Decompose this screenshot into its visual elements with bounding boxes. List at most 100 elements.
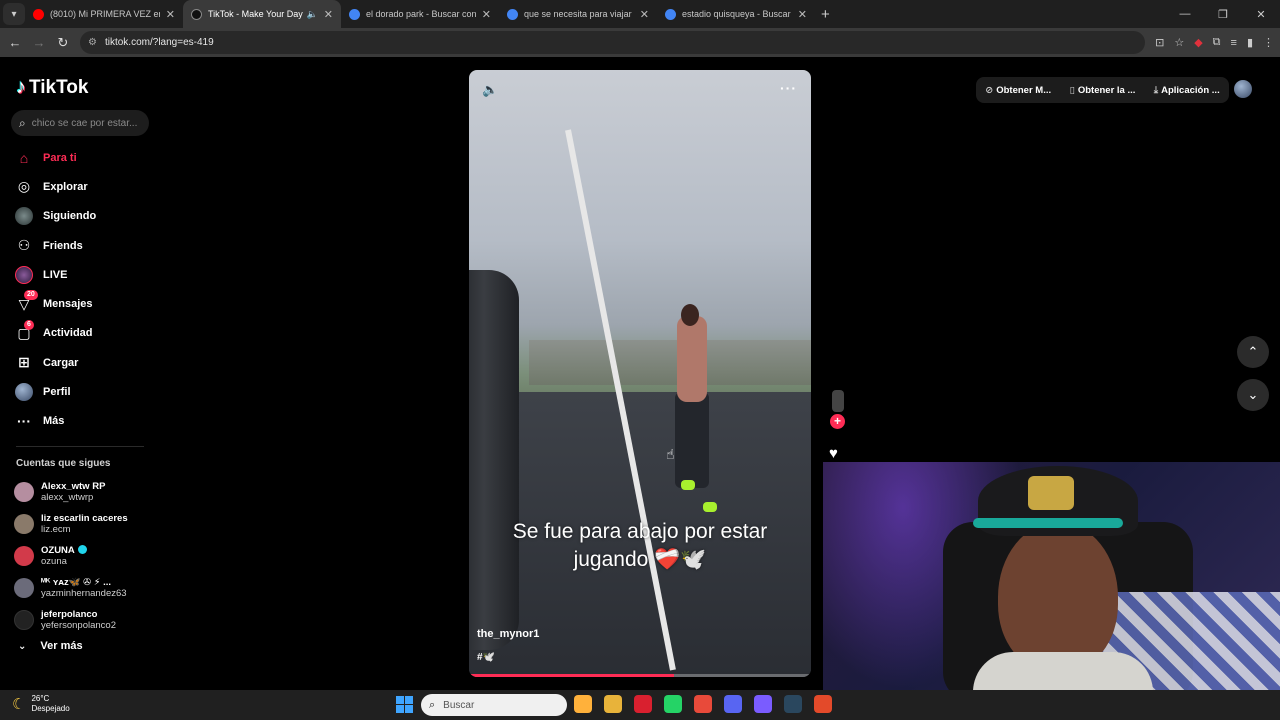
video-background (529, 340, 811, 385)
new-tab-icon[interactable]: + (821, 6, 830, 23)
taskbar-app-icon[interactable] (604, 695, 622, 713)
webcam-overlay (823, 462, 1280, 690)
sidebar-item-friends[interactable]: ⚇ Friends (14, 231, 154, 260)
messages-badge: 20 (24, 290, 38, 301)
sidebar-item-mas[interactable]: ··· Más (14, 407, 154, 436)
close-tab-icon[interactable]: ✕ (798, 8, 807, 21)
browser-tab[interactable]: que se necesita para viajar a ar ✕ (499, 0, 657, 28)
sidebar-item-siguiendo[interactable]: Siguiendo (14, 202, 154, 231)
sidebar-item-mensajes[interactable]: ▽ 20 Mensajes (14, 289, 154, 318)
next-video-button[interactable]: ⌄ (1237, 379, 1269, 411)
video-author[interactable]: the_mynor1 (477, 628, 539, 640)
browser-menu-icon[interactable]: ⋮ (1263, 36, 1274, 49)
tab-title: el dorado park - Buscar con Go (366, 9, 476, 19)
account-name: liz escarlin caceres (41, 513, 128, 524)
browser-tab[interactable]: estadio quisqueya - Buscar con ✕ (657, 0, 815, 28)
following-account[interactable]: jeferpolanco yefersonpolanco2 (14, 604, 154, 636)
sidebar-item-label: Cargar (43, 356, 79, 369)
weather-widget[interactable]: ☾ 26°C Despejado (12, 694, 70, 714)
following-account[interactable]: OZUNA ozuna (14, 540, 154, 572)
taskbar-app-icon[interactable] (694, 695, 712, 713)
extensions-puzzle-icon[interactable]: ⧉ (1213, 36, 1221, 49)
see-more-button[interactable]: ⌄ Ver más (18, 640, 83, 652)
sidebar-item-actividad[interactable]: ▢ 6 Actividad (14, 319, 154, 348)
browser-tab-bar: ▾ (8010) Mi PRIMERA VEZ en un I ✕ TikTok… (0, 0, 1280, 28)
back-icon[interactable]: ← (3, 35, 27, 50)
video-hashtag[interactable]: #🕊️ (477, 652, 495, 663)
install-app-icon[interactable]: ⊡ (1155, 36, 1164, 49)
friends-icon: ⚇ (17, 237, 31, 254)
home-icon: ⌂ (19, 149, 29, 166)
taskbar-app-icon[interactable] (784, 695, 802, 713)
taskbar-app-icon[interactable] (574, 695, 592, 713)
forward-icon[interactable]: → (27, 35, 51, 50)
avatar (14, 482, 34, 502)
video-player[interactable]: 🔈 ··· Se fue para abajo por estar jugand… (469, 70, 811, 677)
following-account[interactable]: liz escarlin caceres liz.ecm (14, 508, 154, 540)
sidebar-item-perfil[interactable]: Perfil (14, 377, 154, 406)
creator-avatar[interactable] (832, 390, 844, 412)
close-window-icon[interactable]: ✕ (1242, 8, 1280, 21)
bookmark-star-icon[interactable]: ☆ (1174, 36, 1184, 49)
avatar (14, 546, 34, 566)
speaker-icon[interactable]: 🔈 (307, 9, 318, 20)
get-coins-button[interactable]: ⊘ Obtener M... (985, 85, 1051, 96)
tiktok-favicon-icon (191, 8, 202, 20)
sidebar-item-para-ti[interactable]: ⌂ Para ti (14, 143, 154, 172)
tiktok-logo[interactable]: ♪ TikTok (16, 76, 88, 99)
top-actions: ⊘ Obtener M... ▯ Obtener la ... ⤓ Aplicació… (976, 77, 1229, 103)
media-controls-icon[interactable]: ≡ (1231, 37, 1237, 49)
browser-tab[interactable]: (8010) Mi PRIMERA VEZ en un I ✕ (25, 0, 183, 28)
extension-icon[interactable]: ◆ (1194, 36, 1202, 49)
profile-icon[interactable]: ▮ (1247, 36, 1253, 49)
search-input[interactable]: ⌕ chico se cae por estar... (11, 110, 149, 136)
following-account[interactable]: ᴹᴷ ʏᴀᴢ🦋 ✇ ⚡ ... yazminhernandez63 (14, 572, 154, 604)
sidebar-item-label: LIVE (43, 268, 68, 281)
windows-start-icon[interactable] (396, 696, 413, 713)
close-tab-icon[interactable]: ✕ (482, 8, 491, 21)
profile-avatar-icon (14, 382, 34, 402)
following-account[interactable]: Alexx_wtw RP alexx_wtwrp (14, 476, 154, 508)
video-water-tank (469, 270, 519, 650)
close-tab-icon[interactable]: ✕ (166, 8, 175, 21)
sidebar-item-live[interactable]: LIVE (14, 260, 154, 289)
taskbar-app-icon[interactable] (664, 695, 682, 713)
get-app-button[interactable]: ▯ Obtener la ... (1070, 85, 1136, 96)
browser-tab[interactable]: el dorado park - Buscar con Go ✕ (341, 0, 499, 28)
video-progress-bar[interactable] (469, 674, 811, 677)
taskbar-app-icon[interactable] (814, 695, 832, 713)
video-shoe (703, 502, 717, 512)
reload-icon[interactable]: ↻ (51, 35, 75, 51)
taskbar-search[interactable]: ⌕ Buscar (421, 694, 567, 716)
minimize-icon[interactable]: — (1166, 8, 1204, 20)
taskbar-app-icon[interactable] (634, 695, 652, 713)
close-tab-icon[interactable]: ✕ (640, 8, 649, 21)
sidebar-item-cargar[interactable]: ⊞ Cargar (14, 348, 154, 377)
account-username: ozuna (41, 556, 67, 567)
tab-search-button[interactable]: ▾ (3, 3, 25, 25)
follow-plus-button[interactable]: + (830, 414, 845, 429)
sidebar-item-explorar[interactable]: ◎ Explorar (14, 172, 154, 201)
taskbar-app-icon[interactable] (724, 695, 742, 713)
restore-icon[interactable]: ❐ (1204, 8, 1242, 21)
account-name: ᴹᴷ ʏᴀᴢ🦋 ✇ ⚡ ... (41, 577, 111, 588)
toolbar-actions: ⊡ ☆ ◆ ⧉ ≡ ▮ ⋮ (1155, 28, 1274, 57)
browser-tab-active[interactable]: TikTok - Make Your Day 🔈 ✕ (183, 0, 341, 28)
desktop-app-button[interactable]: ⤓ Aplicación ... (1154, 85, 1220, 96)
close-tab-icon[interactable]: ✕ (324, 8, 333, 21)
account-username: alexx_wtwrp (41, 492, 94, 503)
volume-icon[interactable]: 🔈 (482, 82, 498, 98)
site-info-icon[interactable]: ⚙ (88, 37, 97, 48)
like-heart-icon[interactable]: ♥ (829, 445, 838, 462)
previous-video-button[interactable]: ⌃ (1237, 336, 1269, 368)
video-caption: Se fue para abajo por estar jugando ❤️‍🩹… (469, 518, 811, 574)
upload-icon: ⊞ (18, 354, 30, 371)
taskbar-app-icon[interactable] (754, 695, 772, 713)
live-avatar-icon (14, 265, 34, 285)
sidebar-item-label: Perfil (43, 386, 71, 399)
more-icon: ··· (17, 413, 31, 430)
following-header: Cuentas que sigues (16, 458, 111, 469)
user-avatar[interactable] (1234, 80, 1252, 98)
more-options-icon[interactable]: ··· (780, 80, 797, 96)
address-bar[interactable]: ⚙ tiktok.com/?lang=es-419 (80, 31, 1145, 54)
